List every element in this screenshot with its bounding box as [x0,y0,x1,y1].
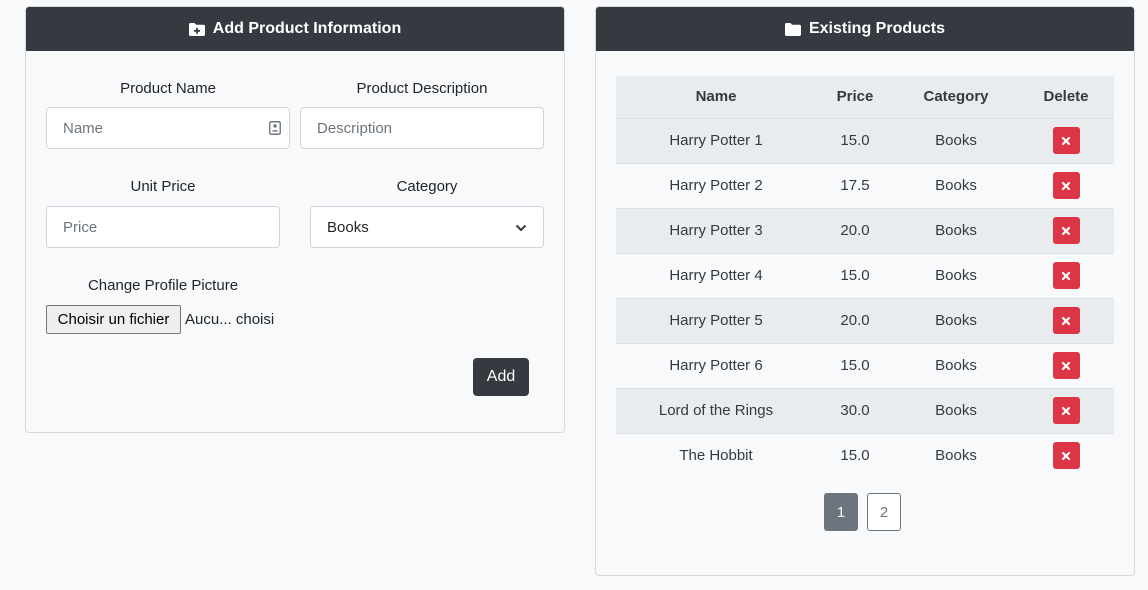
product-name-cell: Harry Potter 2 [669,177,763,194]
product-name-cell: Harry Potter 6 [669,357,763,374]
pagination: 1 2 [824,493,901,531]
category-selected-value: Books [327,218,369,236]
table-row: Harry Potter 5 20.0 Books [616,298,1114,343]
column-header-price: Price [816,76,894,119]
table-row: Harry Potter 2 17.5 Books [616,163,1114,208]
product-price-cell: 15.0 [840,357,870,374]
product-price-cell: 17.5 [840,177,870,194]
picture-label: Change Profile Picture [87,277,239,294]
delete-button[interactable] [1052,397,1080,424]
delete-cell [1018,298,1114,343]
product-name-cell: Lord of the Rings [658,402,774,419]
existing-products-header: Existing Products [596,7,1134,51]
product-category-cell: Books [935,177,977,194]
close-icon [1061,181,1071,190]
product-price-cell: 20.0 [840,222,870,239]
folder-plus-icon [188,22,205,36]
close-icon [1061,451,1071,460]
product-price-cell: 30.0 [840,402,870,419]
table-row: Harry Potter 6 15.0 Books [616,343,1114,388]
table-row: Harry Potter 4 15.0 Books [616,253,1114,298]
close-icon [1061,136,1071,145]
category-label: Category [396,178,458,195]
product-description-label: Product Description [356,80,488,97]
delete-cell [1018,208,1114,253]
existing-products-title: Existing Products [808,20,946,37]
product-name-cell: Harry Potter 1 [669,132,763,149]
table-header-row: Name Price Category Delete [616,76,1114,119]
delete-button[interactable] [1052,352,1080,379]
product-price-cell: 15.0 [840,447,870,465]
folder-icon [784,22,801,36]
table-row: Harry Potter 1 15.0 Books [616,118,1114,163]
products-table: Name Price Category Delete Harry Potter … [616,76,1114,478]
product-category-cell: Books [935,312,977,329]
unit-price-label: Unit Price [130,178,196,195]
file-status-text: Aucu... choisi [185,311,275,328]
close-icon [1061,361,1071,370]
delete-cell [1018,433,1114,478]
close-icon [1061,226,1071,235]
column-header-category: Category [894,76,1018,119]
product-category-cell: Books [935,132,977,149]
delete-button[interactable] [1052,262,1080,289]
chevron-down-icon [515,219,527,236]
page-2-button[interactable]: 2 [867,493,901,531]
table-row: Lord of the Rings 30.0 Books [616,388,1114,433]
product-category-cell: Books [935,402,977,419]
product-price-cell: 20.0 [840,312,870,329]
product-name-label: Product Name [120,80,216,97]
category-select[interactable]: Books [310,206,544,248]
delete-cell [1018,388,1114,433]
page-1-button[interactable]: 1 [824,493,858,531]
product-description-input[interactable] [300,107,544,149]
add-product-card: Add Product Information Product Name Pro… [25,6,565,433]
column-header-name: Name [616,76,816,119]
product-name-cell: Harry Potter 5 [669,312,763,329]
add-button[interactable]: Add [473,358,529,396]
delete-cell [1018,163,1114,208]
unit-price-input[interactable] [46,206,280,248]
product-category-cell: Books [935,267,977,284]
table-row: Harry Potter 3 20.0 Books [616,208,1114,253]
product-name-cell: Harry Potter 4 [669,267,763,284]
delete-button[interactable] [1052,217,1080,244]
product-name-cell: The Hobbit [679,447,753,465]
table-row: The Hobbit 15.0 Books [616,433,1114,478]
close-icon [1061,271,1071,280]
column-header-delete: Delete [1018,76,1114,119]
product-category-cell: Books [935,357,977,374]
close-icon [1061,406,1071,415]
add-product-header: Add Product Information [26,7,564,51]
delete-button[interactable] [1052,442,1080,470]
delete-cell [1018,343,1114,388]
close-icon [1061,316,1071,325]
product-price-cell: 15.0 [840,267,870,284]
delete-cell [1018,118,1114,163]
product-price-cell: 15.0 [840,132,870,149]
product-name-cell: Harry Potter 3 [669,222,763,239]
existing-products-card: Existing Products Name Price Category De… [595,6,1135,576]
delete-cell [1018,253,1114,298]
choose-file-button[interactable]: Choisir un fichier [46,305,181,334]
product-name-input[interactable] [46,107,290,149]
add-product-title: Add Product Information [212,20,402,37]
product-category-cell: Books [935,447,977,465]
delete-button[interactable] [1052,307,1080,334]
contact-card-icon [269,121,281,140]
product-category-cell: Books [935,222,977,239]
delete-button[interactable] [1052,127,1080,154]
delete-button[interactable] [1052,172,1080,199]
